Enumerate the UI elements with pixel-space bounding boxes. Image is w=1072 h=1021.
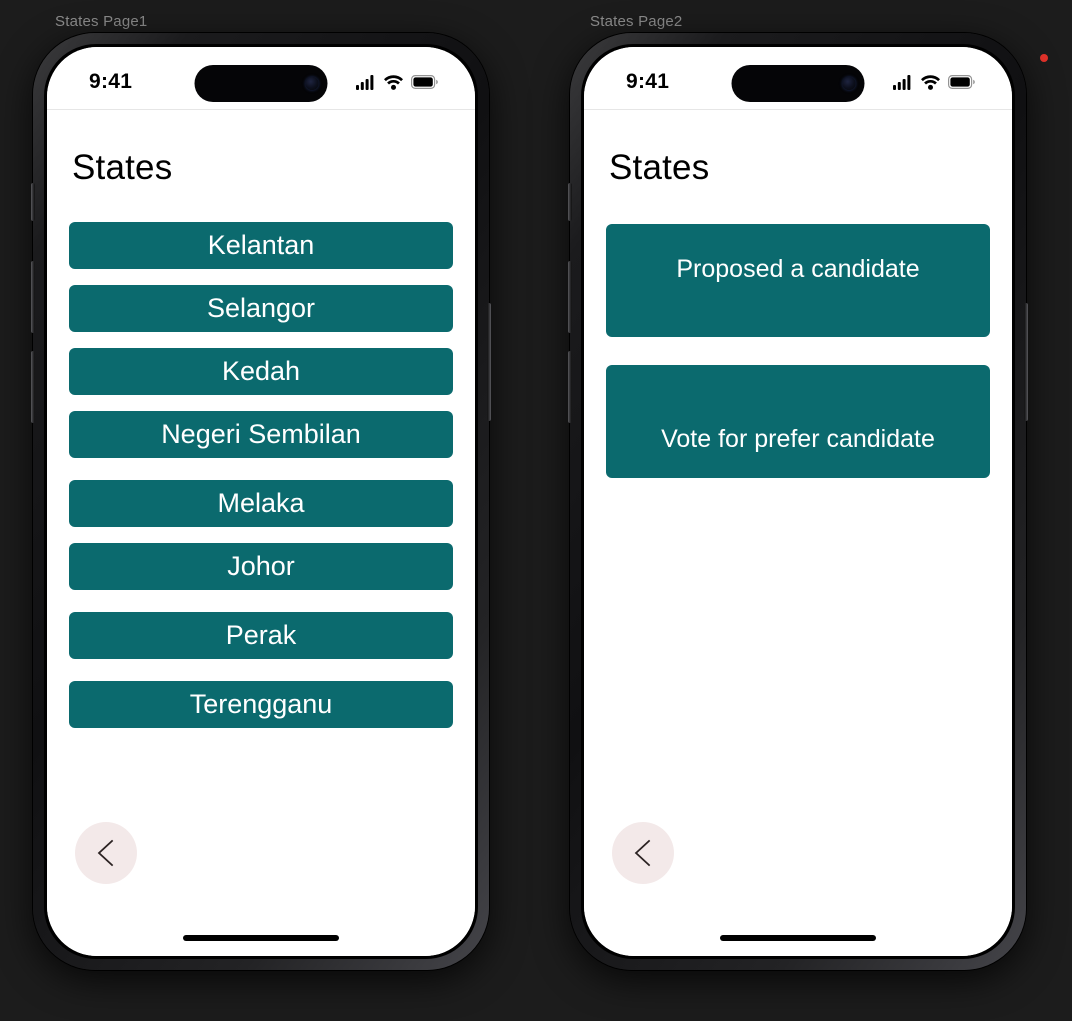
power-button[interactable] (1024, 303, 1028, 421)
home-indicator[interactable] (720, 935, 876, 941)
front-camera-icon (305, 77, 319, 90)
status-icons (356, 74, 438, 90)
phone-bezel: 9:41 (44, 44, 478, 959)
chevron-left-icon (634, 839, 651, 867)
state-button-johor[interactable]: Johor (69, 543, 453, 590)
status-icons (893, 74, 975, 90)
propose-candidate-button[interactable]: Proposed a candidate (606, 224, 990, 337)
page-title: States (609, 148, 710, 187)
volume-up-button[interactable] (31, 261, 35, 333)
dynamic-island (194, 65, 328, 102)
volume-down-button[interactable] (568, 351, 572, 423)
marker-dot (1040, 54, 1048, 62)
volume-down-button[interactable] (31, 351, 35, 423)
front-camera-icon (842, 77, 856, 90)
state-button-selangor[interactable]: Selangor (69, 285, 453, 332)
frame-caption-page2: States Page2 (590, 13, 683, 30)
silence-switch[interactable] (568, 183, 572, 221)
states-button-list: Kelantan Selangor Kedah Negeri Sembilan … (69, 222, 453, 744)
home-indicator[interactable] (183, 935, 339, 941)
cellular-bars-icon (356, 74, 374, 90)
page-title: States (72, 148, 173, 187)
action-button-list: Proposed a candidate Vote for prefer can… (606, 224, 990, 478)
status-time: 9:41 (626, 70, 670, 93)
state-button-melaka[interactable]: Melaka (69, 480, 453, 527)
phone-bezel: 9:41 (581, 44, 1015, 959)
volume-up-button[interactable] (568, 261, 572, 333)
screen-page1: 9:41 States Kelantan Selangor Kedah Nege… (47, 47, 475, 956)
status-bar: 9:41 (47, 47, 475, 109)
battery-full-icon (948, 75, 975, 89)
state-button-perak[interactable]: Perak (69, 612, 453, 659)
chevron-left-icon (97, 839, 114, 867)
cellular-bars-icon (893, 74, 911, 90)
state-button-terengganu[interactable]: Terengganu (69, 681, 453, 728)
battery-full-icon (411, 75, 438, 89)
phone-mockup-page2: 9:41 States Proposed a candidate Vote fo… (568, 33, 1028, 970)
screenshot-canvas: States Page1 States Page2 9:41 States Ke… (0, 0, 1072, 1021)
back-button[interactable] (75, 822, 137, 884)
wifi-icon (921, 74, 940, 90)
state-button-negeri-sembilan[interactable]: Negeri Sembilan (69, 411, 453, 458)
dynamic-island (731, 65, 865, 102)
back-button[interactable] (612, 822, 674, 884)
state-button-kelantan[interactable]: Kelantan (69, 222, 453, 269)
screen-page2: 9:41 States Proposed a candidate Vote fo… (584, 47, 1012, 956)
silence-switch[interactable] (31, 183, 35, 221)
status-bar: 9:41 (584, 47, 1012, 109)
frame-caption-page1: States Page1 (55, 13, 148, 30)
status-time: 9:41 (89, 70, 133, 93)
wifi-icon (384, 74, 403, 90)
state-button-kedah[interactable]: Kedah (69, 348, 453, 395)
phone-mockup-page1: 9:41 States Kelantan Selangor Kedah Nege… (31, 33, 491, 970)
vote-candidate-button[interactable]: Vote for prefer candidate (606, 365, 990, 478)
power-button[interactable] (487, 303, 491, 421)
